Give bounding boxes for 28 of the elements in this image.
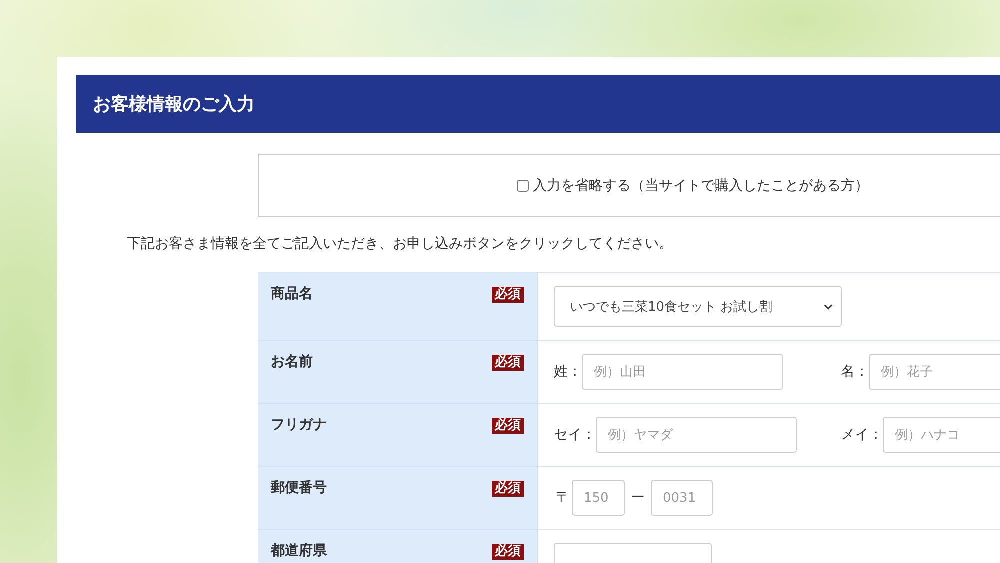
field-label: メイ： — [841, 426, 883, 444]
checkbox[interactable] — [517, 180, 529, 192]
page-title: お客様情報のご入力 — [93, 93, 255, 116]
field-label: 都道府県 — [271, 542, 327, 560]
checkbox-label[interactable]: 入力を省略する（当サイトで購入したことがある方） — [533, 176, 869, 194]
text-field[interactable]: 例）花子 — [869, 354, 1000, 390]
required-badge: 必須 — [492, 355, 524, 371]
text-field[interactable]: 例）山田 — [582, 354, 783, 390]
field-label: フリガナ — [271, 416, 327, 434]
field-label: 姓： — [554, 363, 582, 381]
required-badge: 必須 — [492, 287, 524, 303]
field-label: お名前 — [271, 353, 313, 371]
postal-mark: 〒 — [556, 489, 570, 507]
postal-code-field[interactable]: 0031 — [651, 480, 713, 516]
required-badge: 必須 — [492, 481, 524, 497]
field-label: セイ： — [554, 426, 596, 444]
field-label: 郵便番号 — [271, 479, 327, 497]
dropdown-select[interactable]: いつでも三菜10食セット お試し割 — [554, 286, 842, 327]
separator-dash: ー — [631, 489, 645, 507]
required-badge: 必須 — [492, 544, 524, 560]
chevron-down-icon — [824, 304, 833, 310]
text-field[interactable]: 例）ハナコ — [883, 417, 1000, 453]
instruction-text: 下記お客さま情報を全てご記入いただき、お申し込みボタンをクリックしてください。 — [127, 235, 674, 254]
field-label: 商品名 — [271, 285, 313, 303]
postal-code-field[interactable]: 150 — [572, 480, 625, 516]
field-label: 名： — [841, 363, 869, 381]
required-badge: 必須 — [492, 418, 524, 434]
text-field[interactable]: 例）ヤマダ — [596, 417, 797, 453]
